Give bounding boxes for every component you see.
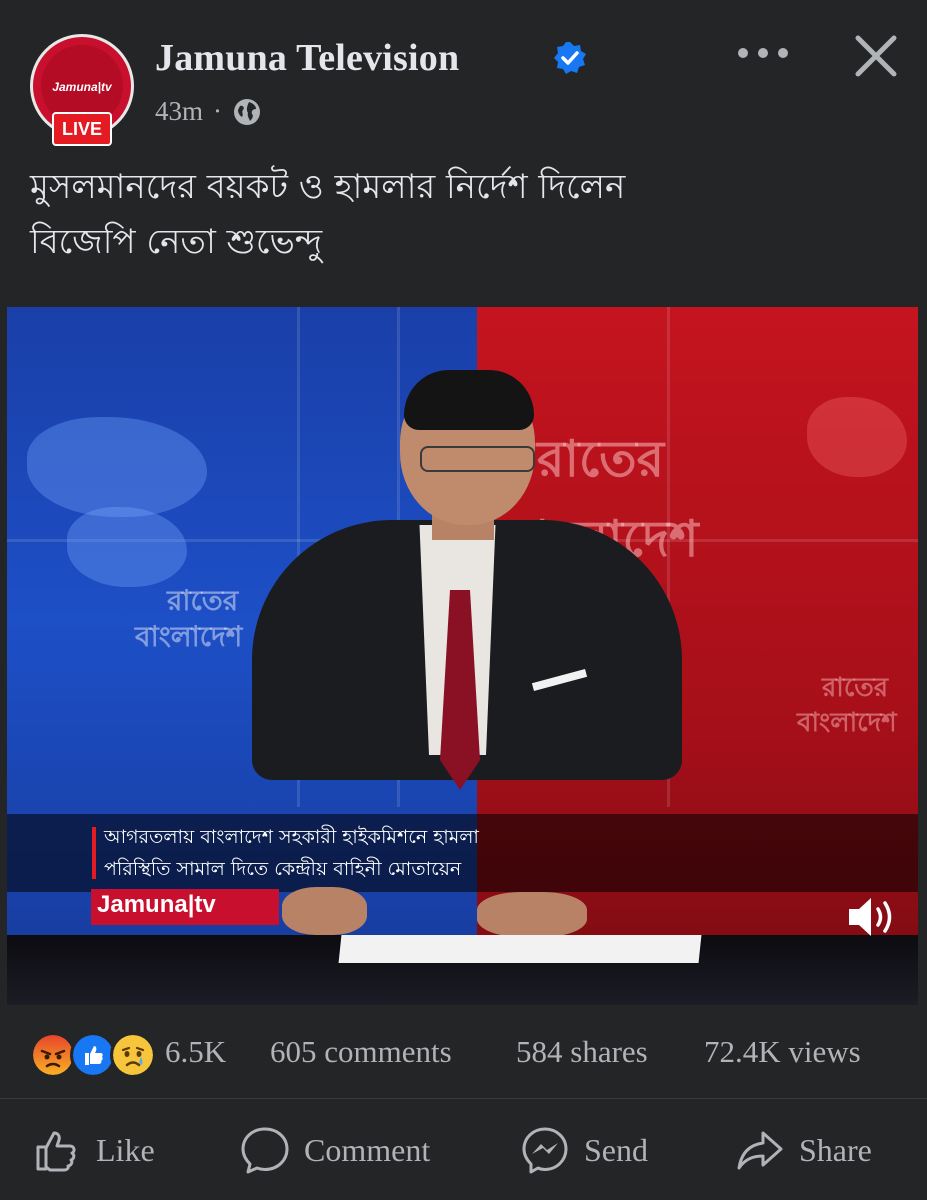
background-logo-text: বাংলাদেশ <box>135 620 243 653</box>
share-button[interactable]: Share <box>735 1122 872 1178</box>
comment-label: Comment <box>304 1131 431 1168</box>
views-count: 72.4K views <box>704 1034 861 1069</box>
reaction-count[interactable]: 6.5K <box>165 1034 226 1070</box>
post-caption: মুসলমানদের বয়কট ও হামলার নির্দেশ দিলেন … <box>30 160 900 270</box>
share-icon <box>737 1131 783 1170</box>
page-avatar[interactable]: Jamuna|tv LIVE <box>30 34 134 150</box>
like-icon <box>36 1131 76 1172</box>
comment-icon <box>241 1127 289 1174</box>
volume-icon[interactable] <box>845 892 901 942</box>
channel-logo-text: Jamuna|tv <box>97 891 216 918</box>
caption-line-1: মুসলমানদের বয়কট ও হামলার নির্দেশ দিলেন <box>30 167 626 207</box>
live-badge: LIVE <box>52 112 112 146</box>
comments-count[interactable]: 605 comments <box>270 1034 452 1070</box>
share-label: Share <box>799 1131 872 1168</box>
script-papers <box>338 935 702 963</box>
background-logo-text: বাংলাদেশ <box>797 708 897 738</box>
send-button[interactable]: Send <box>520 1122 648 1178</box>
action-bar: Like Comment Send Share <box>0 1110 927 1190</box>
caption-line-2: বিজেপি নেতা শুভেন্দু <box>30 222 323 262</box>
ticker-headline-2: পরিস্থিতি সামাল দিতে কেন্দ্রীয় বাহিনী ম… <box>104 858 462 880</box>
engagement-stats: 6.5K 605 comments 584 shares 72.4K views <box>30 1030 900 1078</box>
page-name-link[interactable]: Jamuna Television <box>155 36 459 80</box>
comment-button[interactable]: Comment <box>240 1122 430 1178</box>
video-player[interactable]: রাতের বাংলাদেশ রাতের বাংলাদেশ রাতের বাংল… <box>7 307 918 1005</box>
reactions-summary[interactable] <box>30 1030 160 1078</box>
globe-icon <box>234 98 261 125</box>
like-label: Like <box>96 1131 155 1168</box>
meta-separator: · <box>213 96 223 126</box>
post-meta: 43m · <box>155 96 262 127</box>
messenger-icon <box>522 1127 568 1174</box>
verified-badge-icon <box>554 42 586 74</box>
avatar-logo-text: Jamuna|tv <box>52 80 112 94</box>
ticker-headline-1: আগরতলায় বাংলাদেশ সহকারী হাইকমিশনে হামলা <box>104 826 479 848</box>
sad-reaction-icon <box>110 1032 156 1078</box>
background-logo-text: রাতের <box>537 430 665 488</box>
shares-count[interactable]: 584 shares <box>516 1034 648 1070</box>
close-icon[interactable] <box>850 30 902 82</box>
post-time[interactable]: 43m <box>155 96 203 127</box>
facebook-video-post: Jamuna|tv LIVE Jamuna Television 43m · ম… <box>0 0 927 1200</box>
like-button[interactable]: Like <box>32 1122 155 1178</box>
send-label: Send <box>584 1131 648 1168</box>
more-options-icon[interactable] <box>735 38 791 68</box>
divider <box>0 1098 927 1099</box>
